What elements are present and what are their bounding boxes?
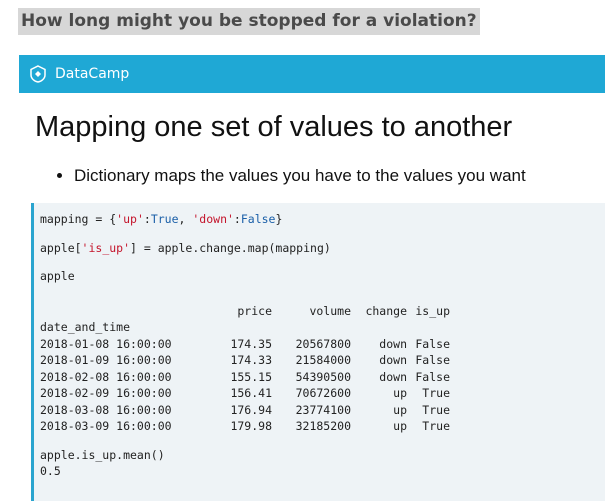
- code-line-apple: apple: [40, 269, 75, 283]
- code-line-map: apple['is_up'] = apple.change.map(mappin…: [40, 240, 605, 257]
- volume-cell: 54390500: [295, 369, 351, 384]
- is-up-cell: True: [422, 402, 450, 417]
- price-cell: 174.35: [230, 336, 272, 351]
- volume-cell: 21584000: [295, 353, 351, 368]
- slide-title: Mapping one set of values to another: [35, 111, 513, 143]
- code-text: :: [143, 212, 151, 226]
- change-cell: up: [393, 402, 407, 417]
- index-name-row: date_and_time: [40, 319, 450, 336]
- dataframe-table: price volume change is_up date_and_time …: [40, 303, 450, 435]
- change-cell: down: [379, 369, 407, 384]
- code-keyword: True: [150, 212, 179, 226]
- index-header-blank: [40, 303, 216, 320]
- index-cell: 2018-02-08 16:00:00: [40, 369, 172, 384]
- volume-cell: 32185200: [295, 419, 351, 434]
- index-cell: 2018-03-09 16:00:00: [40, 419, 172, 434]
- change-cell: up: [393, 419, 407, 434]
- volume-cell: 70672600: [295, 386, 351, 401]
- volume-cell: 20567800: [295, 336, 351, 351]
- index-name: date_and_time: [40, 320, 131, 335]
- slide: DataCamp Mapping one set of values to an…: [19, 55, 605, 501]
- brand-name: DataCamp: [55, 66, 130, 82]
- column-header: is_up: [415, 303, 450, 318]
- index-cell: 2018-02-09 16:00:00: [40, 386, 172, 401]
- code-text: ,: [178, 212, 193, 226]
- change-cell: down: [379, 353, 407, 368]
- price-cell: 155.15: [230, 369, 272, 384]
- price-cell: 156.41: [230, 386, 272, 401]
- price-cell: 176.94: [230, 402, 272, 417]
- slide-header: DataCamp: [19, 55, 605, 93]
- code-text: apple[: [40, 240, 82, 255]
- bullet-item: Dictionary maps the values you have to t…: [74, 166, 605, 186]
- code-keyword: False: [240, 212, 276, 226]
- column-header: price: [237, 303, 272, 318]
- is-up-cell: False: [415, 369, 450, 384]
- code-text: :: [233, 212, 241, 226]
- column-header: volume: [309, 303, 351, 318]
- column-header: change: [365, 303, 407, 318]
- index-cell: 2018-03-08 16:00:00: [40, 402, 172, 417]
- code-string: 'down': [192, 212, 234, 226]
- table-row: 2018-03-09 16:00:00 179.98 32185200 up T…: [40, 418, 450, 435]
- table-row: 2018-02-09 16:00:00 156.41 70672600 up T…: [40, 385, 450, 402]
- table-row: 2018-03-08 16:00:00 176.94 23774100 up T…: [40, 402, 450, 419]
- is-up-cell: False: [415, 336, 450, 351]
- page-question-heading: How long might you be stopped for a viol…: [18, 8, 480, 35]
- index-cell: 2018-01-08 16:00:00: [40, 336, 172, 351]
- code-line-mapping: mapping = {'up':True, 'down':False}: [40, 211, 605, 228]
- code-panel: mapping = {'up':True, 'down':False} appl…: [31, 203, 605, 501]
- code-text: mapping = {: [40, 212, 117, 226]
- index-cell: 2018-01-09 16:00:00: [40, 353, 172, 368]
- price-cell: 174.33: [230, 353, 272, 368]
- code-output: 0.5: [40, 464, 61, 478]
- datacamp-logo-icon: [29, 65, 47, 83]
- price-cell: 179.98: [230, 419, 272, 434]
- code-line-mean: apple.is_up.mean(): [40, 447, 165, 462]
- is-up-cell: False: [415, 353, 450, 368]
- code-text: }: [275, 212, 283, 226]
- table-row: 2018-01-09 16:00:00 174.33 21584000 down…: [40, 352, 450, 369]
- is-up-cell: True: [422, 386, 450, 401]
- code-text: ] = apple.change.map(mapping): [130, 240, 331, 255]
- is-up-cell: True: [422, 419, 450, 434]
- table-row: 2018-02-08 16:00:00 155.15 54390500 down…: [40, 369, 450, 386]
- code-string: 'up': [116, 212, 144, 226]
- bullet-list: Dictionary maps the values you have to t…: [19, 166, 605, 186]
- code-string: 'is_up': [81, 240, 131, 255]
- table-row: 2018-01-08 16:00:00 174.35 20567800 down…: [40, 336, 450, 353]
- table-header-row: price volume change is_up: [40, 303, 450, 320]
- volume-cell: 23774100: [295, 402, 351, 417]
- change-cell: down: [379, 336, 407, 351]
- change-cell: up: [393, 386, 407, 401]
